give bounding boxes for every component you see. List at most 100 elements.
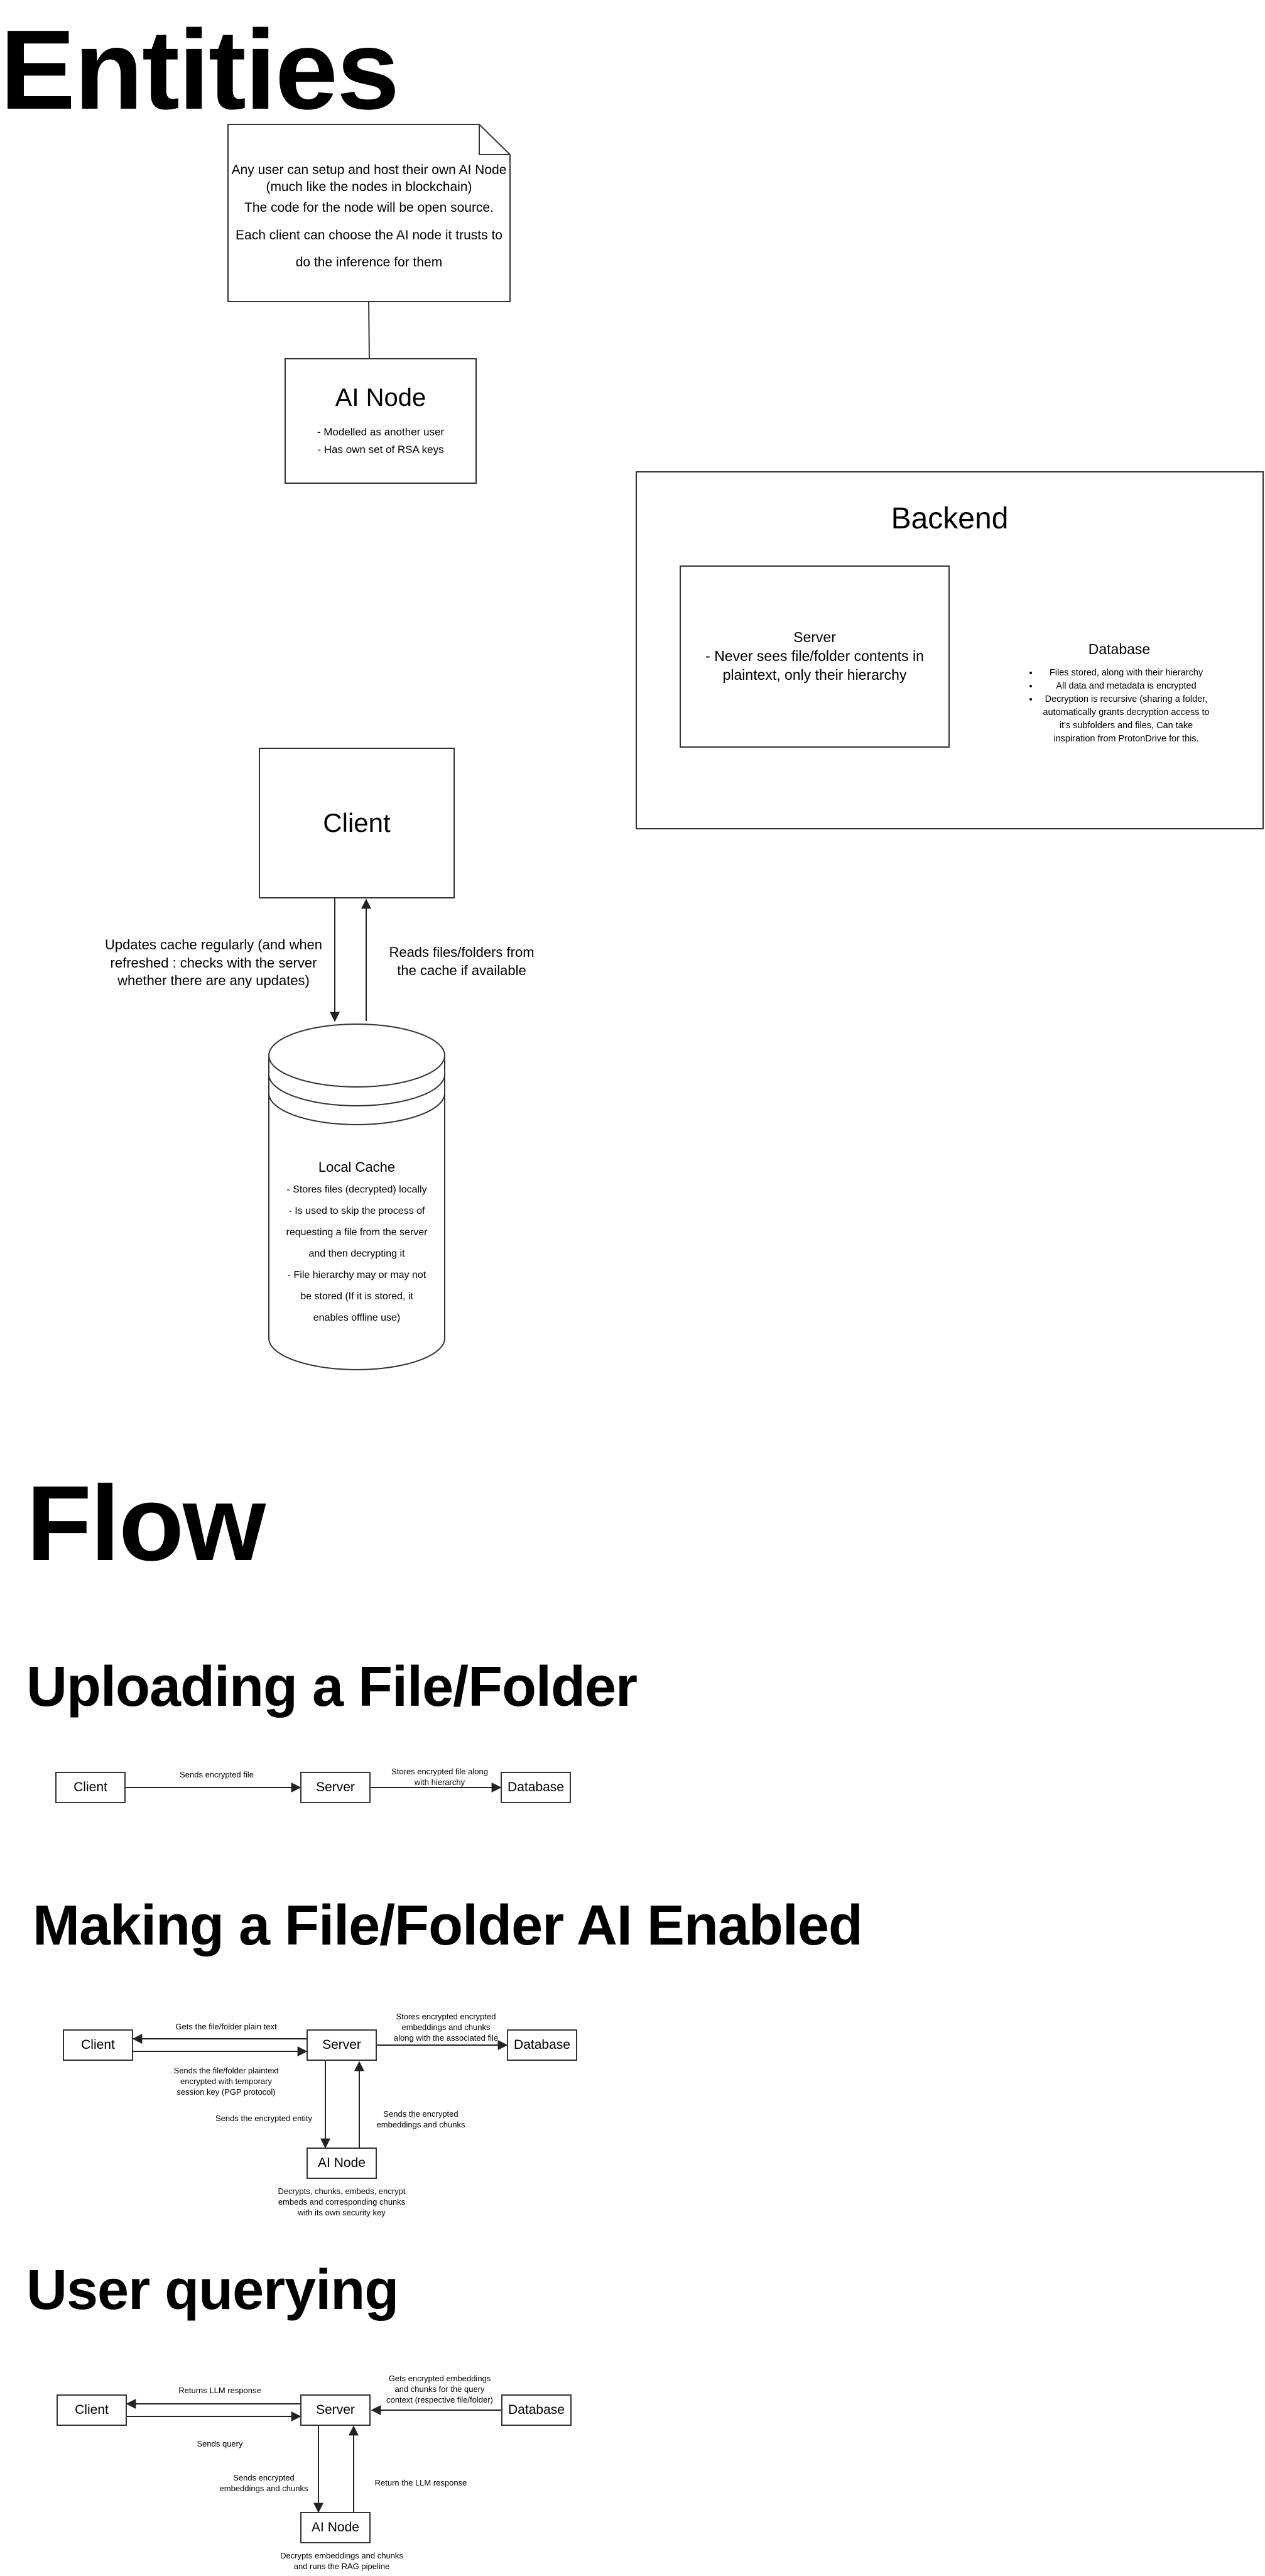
label-line: the cache if available: [397, 962, 526, 978]
server-title: Server: [793, 629, 836, 646]
ai-node-entity-line: - Modelled as another user: [317, 426, 445, 439]
query-db-server-label: Gets encrypted embeddings and chunks for…: [371, 2374, 509, 2406]
node-label: Client: [73, 1780, 107, 1794]
server-line: - Never sees file/folder contents in: [705, 648, 924, 665]
ai-ainode-node: AI Node: [307, 2148, 377, 2179]
label-line: Sends the encrypted entity: [215, 2114, 312, 2123]
cache-line: - Is used to skip the process of: [288, 1206, 425, 1216]
ai-ainode-note: Decrypts, chunks, embeds, encrypt embeds…: [266, 2186, 417, 2219]
label-line: context (respective file/folder): [386, 2394, 493, 2404]
node-label: AI Node: [318, 2156, 366, 2170]
ai-server-client-label: Gets the file/folder plain text: [151, 2022, 301, 2033]
label-line: embeddings and chunks: [401, 2022, 491, 2032]
query-ainode-note: Decrypts embeddings and chunks and runs …: [266, 2551, 417, 2572]
cache-title: Local Cache: [318, 1159, 396, 1175]
db-bullet: Decryption is recursive (sharing a folde…: [1039, 693, 1213, 746]
ai-node-entity-title: AI Node: [335, 384, 426, 412]
note-line: do the inference for them: [295, 254, 443, 270]
upload-client-server-label: Sends encrypted file: [151, 1770, 283, 1781]
ai-node-entity-line: - Has own set of RSA keys: [317, 443, 444, 456]
upload-server-db-label: Stores encrypted file along with hierarc…: [377, 1767, 502, 1788]
cache-line: enables offline use): [313, 1313, 401, 1323]
note-line: Each client can choose the AI node it tr…: [236, 227, 502, 243]
label-line: Returns LLM response: [178, 2386, 261, 2395]
cache-line: requesting a file from the server: [286, 1227, 428, 1238]
node-label: Client: [81, 2038, 115, 2052]
label-line: Gets encrypted embeddings: [388, 2374, 491, 2383]
ai-node-entity-box: AI Node - Modelled as another user - Has…: [285, 358, 477, 484]
cache-read-label: Reads files/folders from the cache if av…: [377, 944, 546, 980]
cache-line: - Stores files (decrypted) locally: [286, 1184, 427, 1195]
label-line: Sends the file/folder plaintext: [173, 2066, 279, 2075]
upload-database-node: Database: [501, 1772, 571, 1803]
cache-line: and then decrypting it: [308, 1248, 405, 1259]
upload-server-node: Server: [300, 1772, 371, 1803]
db-bullet: All data and metadata is encrypted: [1039, 680, 1213, 693]
upload-client-node: Client: [55, 1772, 126, 1803]
label-line: Stores encrypted file along: [391, 1767, 488, 1776]
connector-layer: [126, 124, 1220, 2513]
query-ainode-server-label: Return the LLM response: [364, 2478, 477, 2489]
note-line: (much like the nodes in blockchain): [266, 180, 472, 195]
client-entity-box: Client: [259, 748, 455, 898]
client-entity-title: Client: [323, 808, 391, 838]
backend-title: Backend: [891, 502, 1009, 535]
db-bullet: Files stored, along with their hierarchy: [1039, 667, 1213, 680]
label-line: Sends the encrypted: [383, 2109, 459, 2119]
label-line: Sends encrypted file: [180, 1770, 254, 1779]
label-line: and chunks for the query: [394, 2384, 485, 2394]
label-line: encrypted with temporary: [180, 2076, 272, 2086]
label-line: Decrypts, chunks, embeds, encrypt: [278, 2186, 406, 2196]
backend-db-content: Database Files stored, along with their …: [1025, 641, 1213, 746]
note-text: Any user can setup and host their own AI…: [228, 124, 510, 302]
ai-database-node: Database: [507, 2029, 577, 2061]
label-line: Sends query: [197, 2439, 243, 2448]
label-line: Updates cache regularly (and when: [104, 937, 323, 952]
label-line: embeds and corresponding chunks: [278, 2197, 406, 2207]
label-line: along with the associated file: [393, 2033, 499, 2043]
label-line: whether there are any updates): [117, 973, 310, 989]
ai-server-db-label: Stores encrypted encrypted embeddings an…: [377, 2012, 515, 2044]
backend-server-box: Server - Never sees file/folder contents…: [680, 565, 950, 748]
ai-client-node: Client: [63, 2029, 133, 2061]
query-server-node: Server: [300, 2394, 371, 2426]
query-database-node: Database: [501, 2394, 572, 2426]
node-label: Database: [508, 1780, 564, 1794]
server-line: plaintext, only their hierarchy: [722, 666, 907, 683]
label-line: refreshed : checks with the server: [110, 954, 317, 971]
node-label: AI Node: [312, 2520, 359, 2535]
label-line: Return the LLM response: [374, 2478, 467, 2487]
label-line: embeddings and chunks: [376, 2119, 465, 2129]
db-title: Database: [1088, 641, 1151, 657]
query-server-client-label: Returns LLM response: [157, 2386, 283, 2396]
label-line: session key (PGP protocol): [176, 2087, 276, 2097]
cache-content: Local Cache - Stores files (decrypted) l…: [269, 1159, 445, 1329]
ai-server-node: Server: [307, 2029, 377, 2061]
query-client-node: Client: [57, 2394, 127, 2426]
query-ainode-node: AI Node: [300, 2512, 371, 2543]
node-label: Server: [316, 2403, 355, 2417]
note-line: Any user can setup and host their own AI…: [231, 162, 507, 177]
node-label: Database: [514, 2038, 570, 2052]
label-line: Stores encrypted encrypted: [396, 2012, 496, 2021]
cache-line: be stored (If it is stored, it: [300, 1291, 413, 1302]
cache-line: - File hierarchy may or may not: [287, 1270, 426, 1280]
db-bullets: Files stored, along with their hierarchy…: [1025, 667, 1213, 746]
node-label: Server: [316, 1780, 355, 1794]
label-line: with hierarchy: [414, 1777, 465, 1787]
ai-ainode-server-label: Sends the encrypted embeddings and chunk…: [371, 2109, 471, 2131]
label-line: embeddings and chunks: [219, 2483, 308, 2493]
label-line: Sends encrypted: [233, 2473, 295, 2482]
node-label: Client: [75, 2403, 109, 2417]
node-label: Server: [322, 2038, 361, 2052]
label-line: Decrypts embeddings and chunks: [280, 2551, 403, 2560]
label-line: and runs the RAG pipeline: [293, 2561, 390, 2571]
query-server-ainode-label: Sends encrypted embeddings and chunks: [207, 2473, 320, 2494]
node-label: Database: [508, 2403, 565, 2417]
label-line: Gets the file/folder plain text: [175, 2022, 277, 2031]
ai-client-server-label: Sends the file/folder plaintext encrypte…: [157, 2066, 295, 2098]
ai-server-ainode-label: Sends the encrypted entity: [207, 2114, 320, 2124]
label-line: with its own security key: [298, 2207, 386, 2217]
note-line: The code for the node will be open sourc…: [244, 200, 494, 216]
cache-update-label: Updates cache regularly (and when refres…: [100, 936, 327, 990]
